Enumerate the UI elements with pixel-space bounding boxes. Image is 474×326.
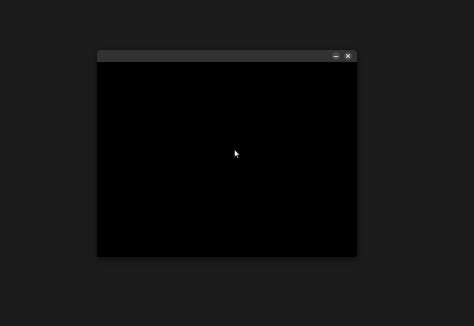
minimize-button[interactable] [332,52,340,60]
window-titlebar[interactable] [97,50,357,62]
desktop-background [0,0,474,326]
close-button[interactable] [344,52,352,60]
minimize-icon [333,53,339,59]
window-content-area[interactable] [97,62,357,257]
app-window[interactable] [97,50,357,257]
close-icon [345,53,351,59]
pointer-arrow-icon [234,149,241,159]
